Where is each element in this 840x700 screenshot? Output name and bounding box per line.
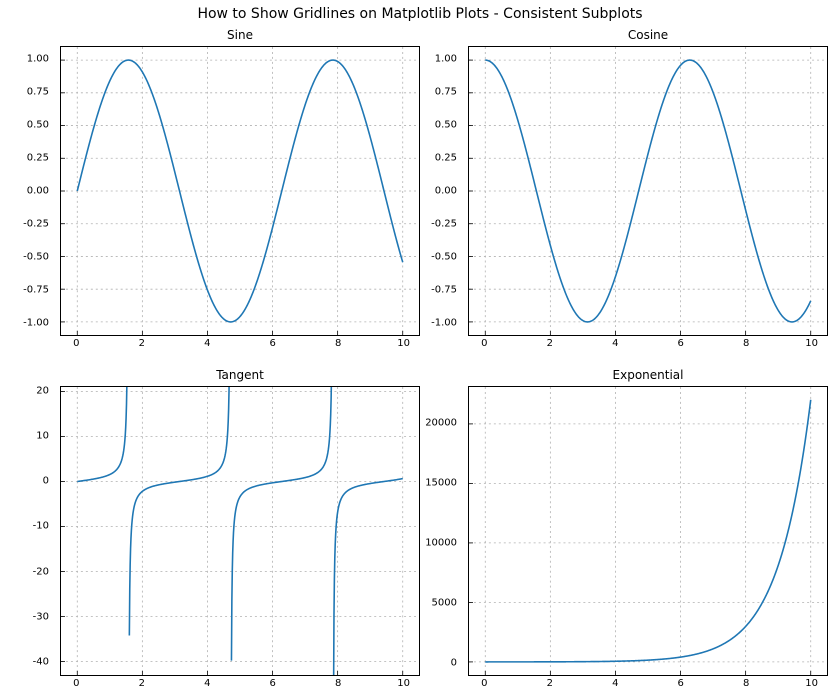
x-tick-label: 0 bbox=[481, 338, 487, 349]
x-tick-label: 6 bbox=[270, 678, 276, 689]
x-tick-label: 2 bbox=[547, 678, 553, 689]
line-series bbox=[77, 387, 402, 675]
y-tick-label: -40 bbox=[33, 657, 49, 668]
y-tick-label: -0.75 bbox=[23, 284, 49, 295]
y-tick-label: 20000 bbox=[425, 418, 457, 429]
axes-title: Sine bbox=[60, 28, 420, 42]
figure-suptitle: How to Show Gridlines on Matplotlib Plot… bbox=[0, 6, 840, 22]
x-tick-label: 0 bbox=[481, 678, 487, 689]
y-tick-label: 15000 bbox=[425, 478, 457, 489]
y-tick-labels: -1.00 -0.75 -0.50 -0.25 0.00 0.25 0.50 0.75 1.00 bbox=[413, 46, 463, 336]
line-series bbox=[485, 400, 810, 662]
x-tick-label: 2 bbox=[139, 338, 145, 349]
x-tick-label: 4 bbox=[612, 338, 618, 349]
y-tick-label: -1.00 bbox=[431, 317, 457, 328]
y-tick-label: -30 bbox=[33, 612, 49, 623]
y-tick-label: -10 bbox=[33, 521, 49, 532]
y-tick-labels: 0 5000 10000 15000 20000 bbox=[413, 386, 463, 676]
plot-svg bbox=[61, 387, 419, 675]
plot-svg bbox=[469, 387, 827, 675]
x-tick-label: 10 bbox=[397, 338, 410, 349]
x-tick-label: 0 bbox=[73, 678, 79, 689]
x-tick-label: 0 bbox=[73, 338, 79, 349]
y-tick-label: 0.00 bbox=[27, 186, 49, 197]
y-tick-label: 0.75 bbox=[27, 87, 49, 98]
y-tick-label: 0.00 bbox=[435, 186, 457, 197]
x-tick-labels: 0 2 4 6 8 10 bbox=[60, 336, 420, 352]
y-tick-labels: -1.00 -0.75 -0.50 -0.25 0.00 0.25 0.50 0.75 1.00 bbox=[5, 46, 55, 336]
x-tick-label: 8 bbox=[743, 338, 749, 349]
y-tick-label: -0.50 bbox=[23, 251, 49, 262]
axes-area bbox=[60, 386, 420, 676]
y-tick-label: 1.00 bbox=[27, 54, 49, 65]
x-tick-label: 6 bbox=[678, 338, 684, 349]
y-tick-label: 0 bbox=[451, 657, 457, 668]
y-tick-label: 10000 bbox=[425, 537, 457, 548]
y-tick-label: 20 bbox=[36, 385, 49, 396]
x-tick-label: 2 bbox=[139, 678, 145, 689]
x-tick-label: 4 bbox=[612, 678, 618, 689]
y-tick-label: -1.00 bbox=[23, 317, 49, 328]
y-tick-label: 0.50 bbox=[27, 120, 49, 131]
axes-title: Tangent bbox=[60, 368, 420, 382]
x-tick-labels: 0 2 4 6 8 10 bbox=[468, 676, 828, 692]
y-tick-label: 0.75 bbox=[435, 87, 457, 98]
x-tick-labels: 0 2 4 6 8 10 bbox=[468, 336, 828, 352]
y-tick-label: -0.25 bbox=[23, 218, 49, 229]
y-tick-label: 0.25 bbox=[27, 153, 49, 164]
y-tick-label: -20 bbox=[33, 566, 49, 577]
x-tick-label: 2 bbox=[547, 338, 553, 349]
y-tick-label: 0.50 bbox=[435, 120, 457, 131]
axes-title: Exponential bbox=[468, 368, 828, 382]
x-tick-label: 4 bbox=[204, 338, 210, 349]
y-tick-label: 0 bbox=[43, 476, 49, 487]
y-tick-labels: -40 -30 -20 -10 0 10 20 bbox=[5, 386, 55, 676]
y-tick-label: -0.50 bbox=[431, 251, 457, 262]
x-tick-label: 6 bbox=[270, 338, 276, 349]
subplot-sine: Sine -1.00-0.75-0.50-0.250.000.250.500.7… bbox=[60, 46, 420, 336]
y-tick-label: 5000 bbox=[432, 597, 457, 608]
x-tick-label: 8 bbox=[743, 678, 749, 689]
x-tick-label: 4 bbox=[204, 678, 210, 689]
subplot-exponential: Exponential 05000100001500020000 0246810 bbox=[468, 386, 828, 676]
subplot-cosine: Cosine -1.00-0.75-0.50-0.250.000.250.500… bbox=[468, 46, 828, 336]
x-tick-label: 8 bbox=[335, 338, 341, 349]
y-tick-label: 0.25 bbox=[435, 153, 457, 164]
x-tick-label: 8 bbox=[335, 678, 341, 689]
x-tick-label: 10 bbox=[805, 678, 818, 689]
subplot-tangent: Tangent -40-30-20-1001020 0246810 bbox=[60, 386, 420, 676]
plot-svg bbox=[61, 47, 419, 335]
x-tick-label: 6 bbox=[678, 678, 684, 689]
y-tick-label: -0.25 bbox=[431, 218, 457, 229]
plot-svg bbox=[469, 47, 827, 335]
y-tick-label: 1.00 bbox=[435, 54, 457, 65]
axes-area bbox=[60, 46, 420, 336]
axes-area bbox=[468, 46, 828, 336]
axes-area bbox=[468, 386, 828, 676]
y-tick-label: 10 bbox=[36, 430, 49, 441]
x-tick-label: 10 bbox=[805, 338, 818, 349]
y-tick-label: -0.75 bbox=[431, 284, 457, 295]
x-tick-label: 10 bbox=[397, 678, 410, 689]
figure: How to Show Gridlines on Matplotlib Plot… bbox=[0, 0, 840, 700]
x-tick-labels: 0 2 4 6 8 10 bbox=[60, 676, 420, 692]
axes-title: Cosine bbox=[468, 28, 828, 42]
